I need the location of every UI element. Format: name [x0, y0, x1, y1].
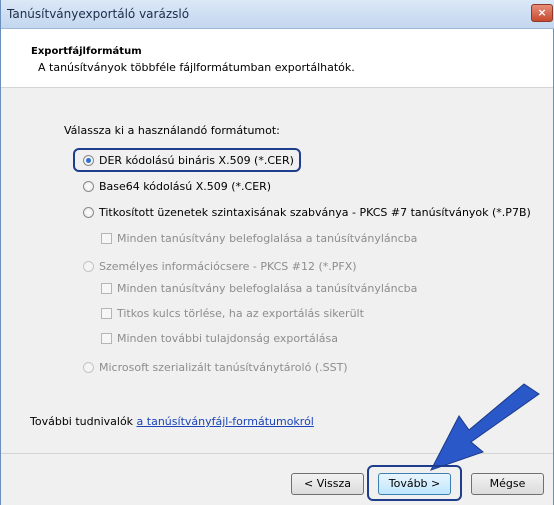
- checkbox-pkcs7-include-all[interactable]: Minden tanúsítvány belefoglalása a tanús…: [101, 232, 417, 245]
- checkbox-pfx-export-props-label: Minden további tulajdonság exportálása: [117, 332, 338, 345]
- radio-base64[interactable]: Base64 kódolású X.509 (*.CER): [83, 180, 271, 193]
- radio-sst[interactable]: Microsoft szerializált tanúsítványtároló…: [83, 361, 348, 374]
- radio-base64-label: Base64 kódolású X.509 (*.CER): [99, 180, 272, 193]
- radio-pkcs7-label: Titkosított üzenetek szintaxisának szabv…: [99, 206, 531, 219]
- checkbox-icon: [101, 233, 112, 244]
- radio-icon: [83, 207, 94, 218]
- checkbox-icon: [101, 333, 112, 344]
- pointer-arrow-icon: [429, 383, 540, 471]
- radio-icon: [83, 181, 94, 192]
- window-title: Tanúsítványexportáló varázsló: [7, 7, 190, 21]
- radio-icon: [83, 261, 94, 272]
- back-button[interactable]: < Vissza: [291, 473, 364, 495]
- checkbox-pfx-export-props[interactable]: Minden további tulajdonság exportálása: [101, 332, 338, 345]
- format-prompt: Válassza ki a használandó formátumot:: [64, 124, 280, 137]
- close-button[interactable]: ×: [531, 4, 553, 22]
- cancel-button[interactable]: Mégse: [471, 473, 544, 495]
- checkbox-pfx-include-all[interactable]: Minden tanúsítvány belefoglalása a tanús…: [101, 282, 417, 295]
- radio-pfx[interactable]: Személyes információcsere - PKCS #12 (*.…: [83, 260, 357, 273]
- radio-sst-label: Microsoft szerializált tanúsítványtároló…: [99, 361, 348, 374]
- radio-pkcs7[interactable]: Titkosított üzenetek szintaxisának szabv…: [83, 206, 531, 219]
- page-subtitle: A tanúsítványok többféle fájlformátumban…: [38, 61, 355, 74]
- title-bar: Tanúsítványexportáló varázsló ×: [1, 0, 554, 29]
- radio-icon: [83, 362, 94, 373]
- checkbox-pfx-delete-key[interactable]: Titkos kulcs törlése, ha az exportálás s…: [101, 307, 364, 320]
- next-button[interactable]: Tovább >: [378, 473, 451, 495]
- radio-pfx-label: Személyes információcsere - PKCS #12 (*.…: [99, 260, 357, 273]
- checkbox-icon: [101, 308, 112, 319]
- wizard-header: Exportfájlformátum A tanúsítványok többf…: [1, 29, 553, 88]
- more-info-row: További tudnivalók a tanúsítványfájl-for…: [30, 415, 314, 428]
- radio-der-label: DER kódolású bináris X.509 (*.CER): [99, 154, 294, 167]
- formats-help-link[interactable]: a tanúsítványfájl-formátumokról: [137, 415, 314, 428]
- radio-selected-icon: [83, 155, 94, 166]
- close-icon: ×: [537, 6, 547, 19]
- checkbox-pfx-delete-key-label: Titkos kulcs törlése, ha az exportálás s…: [117, 307, 364, 320]
- checkbox-icon: [101, 283, 112, 294]
- radio-der[interactable]: DER kódolású bináris X.509 (*.CER): [83, 154, 294, 167]
- export-wizard-window: Tanúsítványexportáló varázsló × Exportfá…: [0, 0, 554, 505]
- page-title: Exportfájlformátum: [31, 46, 142, 57]
- checkbox-pkcs7-include-all-label: Minden tanúsítvány belefoglalása a tanús…: [117, 232, 418, 245]
- checkbox-pfx-include-all-label: Minden tanúsítvány belefoglalása a tanús…: [117, 282, 418, 295]
- more-info-prefix: További tudnivalók: [30, 415, 137, 428]
